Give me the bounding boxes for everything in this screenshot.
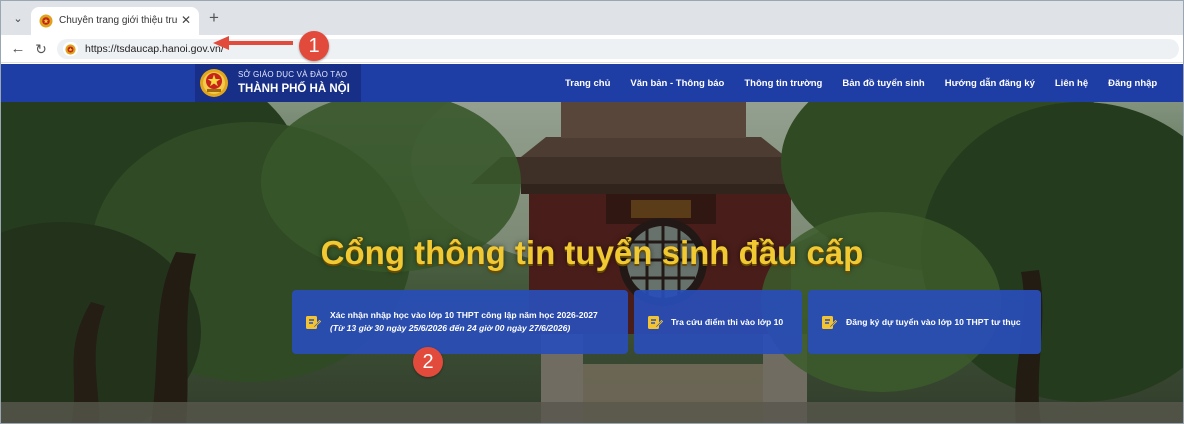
edit-document-icon <box>822 316 837 329</box>
annotation-marker-2: 2 <box>413 347 443 377</box>
org-city: THÀNH PHỐ HÀ NỘI <box>238 83 350 95</box>
confirm-enrollment-card[interactable]: Xác nhận nhập học vào lớp 10 THPT công l… <box>292 290 628 354</box>
edit-document-icon <box>306 316 321 329</box>
card-subtitle: (Từ 13 giờ 30 ngày 25/6/2026 đến 24 giờ … <box>330 323 571 333</box>
plus-icon[interactable]: + <box>204 8 224 28</box>
close-icon[interactable]: ✕ <box>181 13 191 27</box>
main-nav: Trang chủ Văn bản - Thông báo Thông tin … <box>565 64 1177 102</box>
site-logo[interactable]: SỞ GIÁO DỤC VÀ ĐÀO TẠO THÀNH PHỐ HÀ NỘI <box>195 64 361 102</box>
hero-title: Cổng thông tin tuyển sinh đầu cấp <box>320 234 864 271</box>
card-title: Xác nhận nhập học vào lớp 10 THPT công l… <box>330 310 598 320</box>
emblem-icon <box>200 69 228 97</box>
nav-admission-map[interactable]: Bản đồ tuyển sinh <box>842 78 924 89</box>
reload-icon[interactable]: ↻ <box>32 39 50 59</box>
nav-contact[interactable]: Liên hệ <box>1055 78 1088 89</box>
score-lookup-card[interactable]: Tra cứu điểm thi vào lớp 10 <box>634 290 802 354</box>
chevron-down-icon[interactable]: ⌄ <box>7 9 29 29</box>
tab-strip: ⌄ Chuyên trang giới thiệu trường tuyển s… <box>1 1 1183 35</box>
back-arrow-icon[interactable]: ← <box>9 39 27 59</box>
card-title: Đăng ký dự tuyển vào lớp 10 THPT tư thục <box>846 317 1021 327</box>
browser-toolbar: ← ↻ https://tsdaucap.hanoi.gov.vn/ <box>1 35 1183 63</box>
nav-home[interactable]: Trang chủ <box>565 78 610 89</box>
nav-school-info[interactable]: Thông tin trường <box>744 78 822 89</box>
private-school-registration-card[interactable]: Đăng ký dự tuyển vào lớp 10 THPT tư thục <box>808 290 1041 354</box>
annotation-marker-1: 1 <box>299 31 329 61</box>
url-text: https://tsdaucap.hanoi.gov.vn/ <box>85 43 224 55</box>
browser-tab[interactable]: Chuyên trang giới thiệu trường tuyển sin… <box>31 7 199 35</box>
nav-documents-announcements[interactable]: Văn bản - Thông báo <box>630 78 724 89</box>
org-department: SỞ GIÁO DỤC VÀ ĐÀO TẠO <box>238 70 348 79</box>
annotation-arrow-icon <box>213 36 293 50</box>
hero-banner: Cổng thông tin tuyển sinh đầu cấp Xác nh… <box>1 102 1183 423</box>
card-title: Tra cứu điểm thi vào lớp 10 <box>671 317 784 327</box>
site-header: SỞ GIÁO DỤC VÀ ĐÀO TẠO THÀNH PHỐ HÀ NỘI … <box>1 64 1183 102</box>
edit-document-icon <box>648 316 663 329</box>
site-emblem-icon <box>39 14 53 28</box>
tab-title: Chuyên trang giới thiệu trường tuyển sin… <box>59 15 177 26</box>
site-emblem-icon[interactable] <box>63 42 78 56</box>
browser-window: ⌄ Chuyên trang giới thiệu trường tuyển s… <box>0 0 1184 424</box>
nav-login[interactable]: Đăng nhập <box>1108 78 1157 89</box>
nav-registration-guide[interactable]: Hướng dẫn đăng ký <box>945 78 1035 89</box>
